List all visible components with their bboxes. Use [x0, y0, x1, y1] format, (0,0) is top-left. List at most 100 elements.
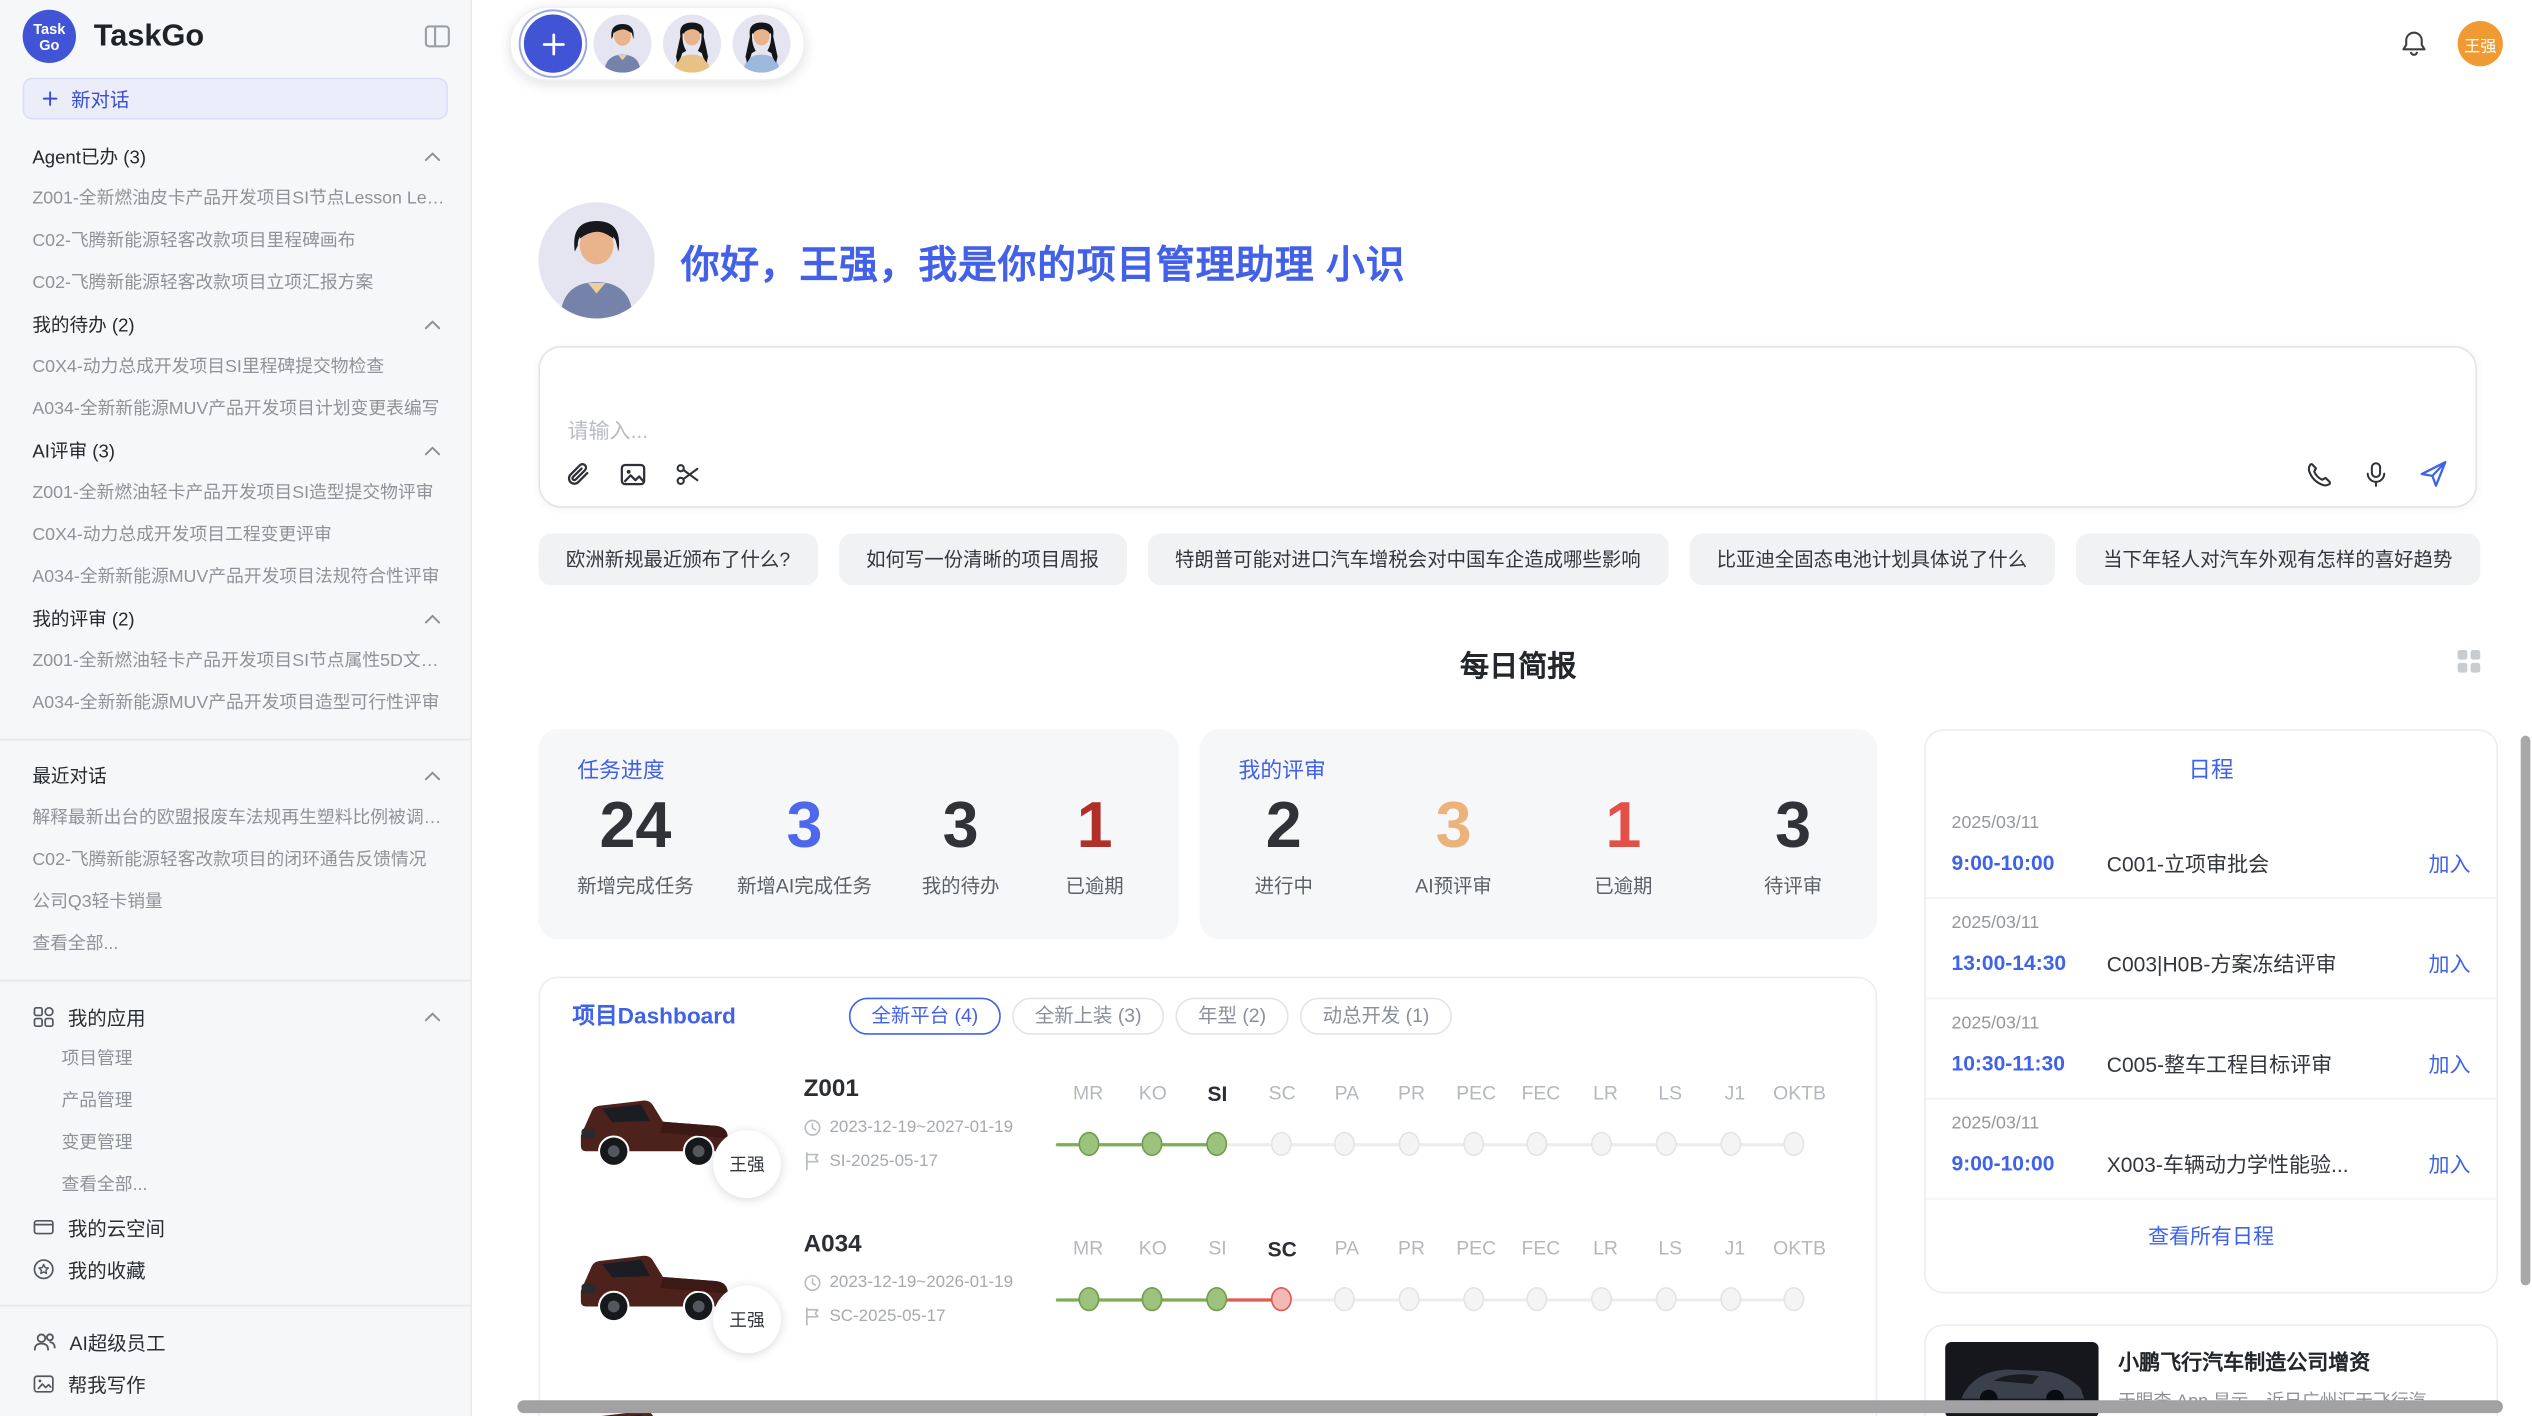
milestone-dot	[1527, 1287, 1548, 1311]
user-avatar[interactable]: 王强	[2458, 21, 2503, 66]
sidebar-section-header[interactable]: 我的评审 (2)	[0, 598, 471, 640]
suggestion-chip[interactable]: 比亚迪全固态电池计划具体说了什么	[1689, 534, 2054, 586]
stat-value: 1	[1049, 787, 1140, 865]
image-icon[interactable]	[619, 461, 646, 488]
milestone-track: MRKOSISCPAPRPECFECLRLSJ1OKTB	[1056, 1082, 1832, 1171]
recent-conversation-item[interactable]: 公司Q3轻卡销量	[0, 881, 471, 923]
sidebar-section-label: Agent已办 (3)	[32, 144, 146, 170]
event-name: C005-整车工程目标评审	[2107, 1048, 2429, 1079]
notification-bell-icon[interactable]	[2399, 29, 2428, 58]
project-vehicle-image: 王强	[572, 1075, 761, 1175]
suggestion-chip[interactable]: 欧洲新规最近颁布了什么?	[538, 534, 817, 586]
sidebar-section-label: AI评审 (3)	[32, 438, 115, 464]
event-time: 13:00-14:30	[1952, 951, 2107, 975]
sidebar-item[interactable]: A034-全新新能源MUV产品开发项目造型可行性评审	[0, 682, 471, 724]
sidebar-item-ai-staff-icon[interactable]: AI超级员工	[0, 1321, 471, 1363]
milestone-label: PEC	[1444, 1082, 1509, 1106]
join-link[interactable]: 加入	[2428, 947, 2470, 978]
milestone-dot	[1078, 1132, 1099, 1156]
chat-input[interactable]: 请输入...	[538, 346, 2477, 508]
project-info: Z0012023-12-19~2027-01-19SI-2025-05-17	[804, 1075, 1043, 1170]
milestone-dot	[1784, 1287, 1805, 1311]
view-all-schedule-link[interactable]: 查看所有日程	[1926, 1200, 2497, 1250]
dashboard-columns: 任务进度24新增完成任务3新增AI完成任务3我的待办1已逾期我的评审2进行中3A…	[538, 729, 2498, 1416]
horizontal-scrollbar[interactable]	[517, 1400, 2503, 1413]
member-avatar-2[interactable]	[663, 15, 721, 73]
sidebar-item[interactable]: Z001-全新燃油轻卡产品开发项目SI节点属性5D文件评审	[0, 640, 471, 682]
sidebar-item-cloud-space-icon[interactable]: 我的云空间	[0, 1206, 471, 1248]
view-all-apps-link[interactable]: 查看全部...	[0, 1164, 471, 1206]
sidebar-item-my-apps[interactable]: 我的应用	[0, 996, 471, 1038]
event-name: C001-立项审批会	[2107, 847, 2429, 878]
new-chat-button[interactable]: 新对话	[23, 78, 448, 120]
milestone-track: MRKOSISCPAPRPECFECLRLSJ1OKTB	[1056, 1237, 1832, 1326]
stat-item: 3我的待办	[915, 787, 1006, 899]
member-avatar-3[interactable]	[732, 15, 790, 73]
stat-value: 24	[577, 787, 693, 865]
stat-item: 3新增AI完成任务	[737, 787, 872, 899]
sidebar-item[interactable]: C02-飞腾新能源轻客改款项目里程碑画布	[0, 220, 471, 262]
recent-conversation-item[interactable]: 解释最新出台的欧盟报废车法规再生塑料比例被调至15%...	[0, 797, 471, 839]
sidebar-section-label: 最近对话	[32, 763, 106, 789]
recent-conversation-item[interactable]: C02-飞腾新能源轻客改款项目的闭环通告反馈情况	[0, 839, 471, 881]
stat-item: 1已逾期	[1578, 787, 1669, 899]
phone-icon[interactable]	[2306, 460, 2333, 487]
event-name: C003|H0B-方案冻结评审	[2107, 947, 2429, 978]
suggestion-chip[interactable]: 当下年轻人对汽车外观有怎样的喜好趋势	[2076, 534, 2480, 586]
app-logo: Task Go	[23, 10, 76, 63]
vertical-scrollbar[interactable]	[2521, 736, 2531, 1286]
attachment-icon[interactable]	[564, 461, 591, 488]
suggestion-chip[interactable]: 如何写一份清晰的项目周报	[839, 534, 1127, 586]
sidebar-item[interactable]: C0X4-动力总成开发项目SI里程碑提交物检查	[0, 346, 471, 388]
milestone-dot	[1399, 1132, 1420, 1156]
join-link[interactable]: 加入	[2428, 1148, 2470, 1179]
microphone-icon[interactable]	[2362, 460, 2389, 487]
panel-collapse-icon[interactable]	[424, 23, 451, 50]
milestone-label: KO	[1120, 1237, 1185, 1261]
project-row[interactable]: 王强A0342023-12-19~2026-01-19SC-2025-05-17…	[572, 1230, 1875, 1330]
suggestion-chip[interactable]: 特朗普可能对进口汽车增税会对中国车企造成哪些影响	[1147, 534, 1668, 586]
project-filter-tab[interactable]: 动总开发 (1)	[1300, 997, 1452, 1034]
project-filter-tab[interactable]: 全新上装 (3)	[1012, 997, 1164, 1034]
project-dashboard-card: 项目Dashboard 全新平台 (4)全新上装 (3)年型 (2)动总开发 (…	[538, 977, 1877, 1416]
scissors-icon[interactable]	[674, 461, 701, 488]
project-milestone-flag: SI-2025-05-17	[804, 1151, 1043, 1170]
milestone-label: KO	[1120, 1082, 1185, 1106]
sidebar-item[interactable]: Z001-全新燃油轻卡产品开发项目SI造型提交物评审	[0, 472, 471, 514]
member-avatar-1[interactable]	[593, 15, 651, 73]
sidebar-item[interactable]: A034-全新新能源MUV产品开发项目法规符合性评审	[0, 556, 471, 598]
sidebar-item[interactable]: C0X4-动力总成开发项目工程变更评审	[0, 514, 471, 556]
project-filter-tab[interactable]: 全新平台 (4)	[849, 997, 1001, 1034]
sidebar-section-header-recent[interactable]: 最近对话	[0, 755, 471, 797]
milestone-labels: MRKOSISCPAPRPECFECLRLSJ1OKTB	[1056, 1237, 1832, 1261]
chevron-up-icon	[424, 613, 442, 626]
sidebar-item[interactable]: C02-飞腾新能源轻客改款项目立项汇报方案	[0, 262, 471, 304]
view-all-conversations-link[interactable]: 查看全部...	[0, 923, 471, 965]
sidebar-item-writing-icon[interactable]: 帮我写作	[0, 1363, 471, 1405]
join-link[interactable]: 加入	[2428, 847, 2470, 878]
send-icon[interactable]	[2419, 459, 2448, 488]
stat-values-row: 2进行中3AI预评审1已逾期3待评审	[1239, 787, 1839, 899]
schedule-event: 2025/03/119:00-10:00C001-立项审批会加入	[1926, 799, 2497, 899]
sidebar-item[interactable]: Z001-全新燃油皮卡产品开发项目SI节点Lesson Learn报告	[0, 178, 471, 220]
sidebar-app-item[interactable]: 产品管理	[0, 1080, 471, 1122]
project-vehicle-image: 王强	[572, 1230, 761, 1330]
sidebar-section-header[interactable]: 我的待办 (2)	[0, 304, 471, 346]
sidebar-item-drawing-icon[interactable]: 创意制图	[0, 1405, 471, 1416]
sidebar-app-item[interactable]: 变更管理	[0, 1122, 471, 1164]
add-conversation-icon[interactable]	[524, 15, 582, 73]
sidebar-app-item[interactable]: 项目管理	[0, 1038, 471, 1080]
project-filter-tab[interactable]: 年型 (2)	[1176, 997, 1289, 1034]
project-row[interactable]: 王强 Z0012023-12-19~2027-01-19SI-2025-05-17…	[572, 1075, 1875, 1175]
sidebar-item[interactable]: A034-全新新能源MUV产品开发项目计划变更表编写	[0, 388, 471, 430]
join-link[interactable]: 加入	[2428, 1048, 2470, 1079]
milestone-label: FEC	[1509, 1237, 1574, 1261]
layout-grid-icon[interactable]	[2456, 648, 2482, 674]
milestone-dot	[1655, 1132, 1676, 1156]
stat-card: 任务进度24新增完成任务3新增AI完成任务3我的待办1已逾期	[538, 729, 1178, 939]
event-time: 9:00-10:00	[1952, 1151, 2107, 1175]
sidebar-section-header[interactable]: Agent已办 (3)	[0, 136, 471, 178]
stat-label: 待评审	[1748, 871, 1839, 898]
sidebar-item-star-badge-icon[interactable]: 我的收藏	[0, 1248, 471, 1290]
sidebar-section-header[interactable]: AI评审 (3)	[0, 430, 471, 472]
